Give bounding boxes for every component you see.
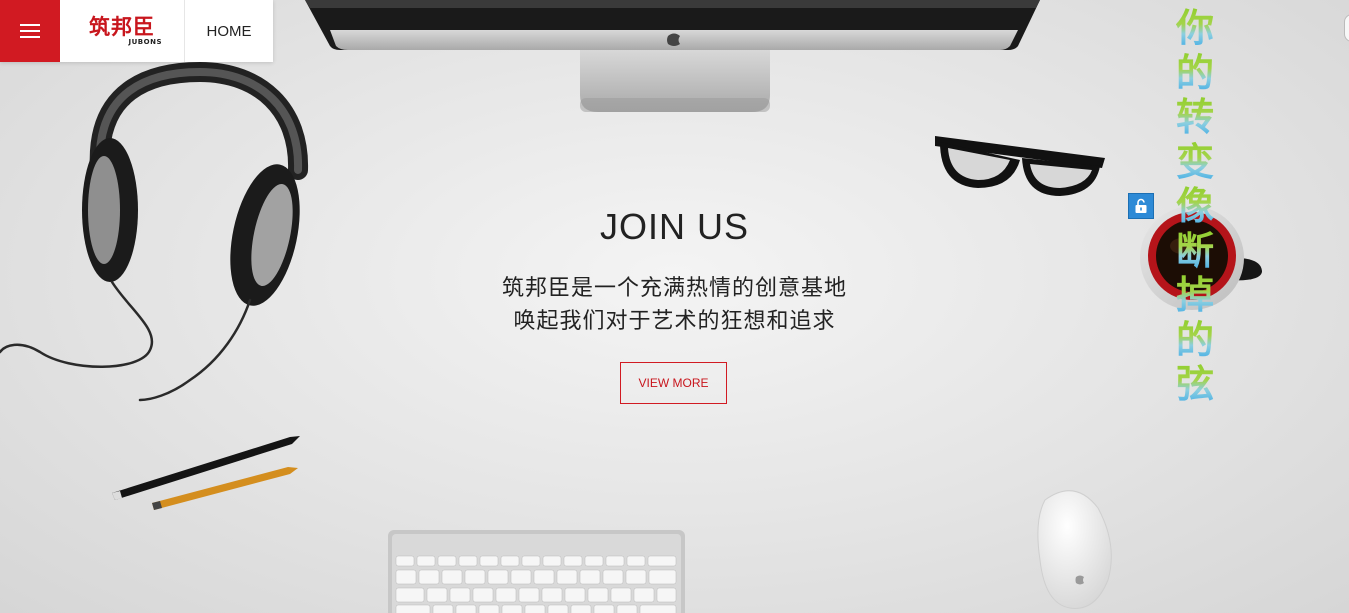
lyric-lock-button[interactable] bbox=[1128, 193, 1154, 219]
top-nav: 筑邦臣 JUBONS HOME bbox=[0, 0, 273, 62]
lyric-char: 弦 bbox=[1175, 362, 1214, 406]
lyric-char: 你 bbox=[1175, 6, 1214, 50]
mouse-image bbox=[1037, 490, 1112, 609]
hero-subtitle-line-1: 筑邦臣是一个充满热情的创意基地 bbox=[501, 276, 847, 301]
glasses-image bbox=[935, 136, 1105, 196]
lyric-char: 掉 bbox=[1175, 273, 1214, 317]
lyric-char: 的 bbox=[1175, 317, 1214, 362]
hamburger-icon bbox=[20, 24, 40, 38]
lyric-char: 断 bbox=[1175, 228, 1214, 273]
logo-subtext: JUBONS bbox=[128, 38, 162, 46]
vertical-lyric: 你 的 转 变 像 断 掉 的 弦 bbox=[1170, 6, 1220, 407]
nav-home-link[interactable]: HOME bbox=[185, 0, 273, 62]
menu-button[interactable] bbox=[0, 0, 60, 62]
lyric-char: 转 bbox=[1175, 95, 1214, 139]
monitor-image bbox=[305, 0, 1040, 112]
view-more-button[interactable]: VIEW MORE bbox=[620, 362, 727, 404]
logo-text: 筑邦臣 bbox=[89, 14, 155, 39]
logo[interactable]: 筑邦臣 JUBONS bbox=[60, 0, 185, 62]
lyric-char: 变 bbox=[1175, 139, 1214, 184]
pencils-image bbox=[112, 436, 300, 510]
lyric-char: 像 bbox=[1175, 184, 1214, 228]
side-panel-handle[interactable] bbox=[1344, 14, 1349, 42]
lyric-char: 的 bbox=[1175, 50, 1214, 95]
hero-subtitle-line-2: 唤起我们对于艺术的狂想和追求 bbox=[513, 309, 836, 334]
unlock-icon bbox=[1135, 198, 1147, 213]
keyboard-image bbox=[388, 530, 685, 613]
